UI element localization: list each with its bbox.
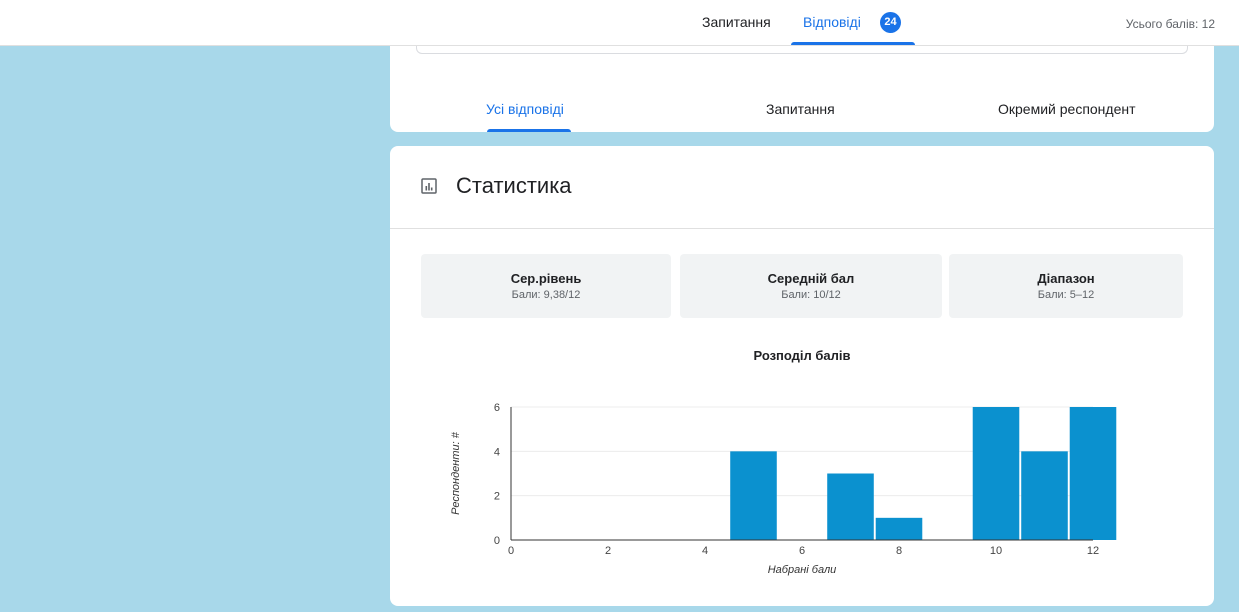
y-tick-label: 4 [494,446,500,458]
total-points: Усього балів: 12 [1125,17,1215,31]
tab-responses[interactable]: Відповіді [803,14,861,30]
histogram-bar [730,451,777,540]
tab-individual[interactable]: Окремий респондент [998,101,1136,117]
tab-questions[interactable]: Запитання [702,14,771,30]
x-tick-label: 12 [1087,545,1099,557]
tab-question[interactable]: Запитання [766,101,835,117]
top-bar: Запитання Відповіді 24 Усього балів: 12 [0,0,1239,46]
y-tick-label: 6 [494,402,500,414]
statistics-card: Статистика Сер.рівень Бали: 9,38/12 Сере… [390,146,1214,606]
score-distribution-chart: 0 2 4 6 0 2 4 6 8 10 12 Набрані бали Респонденти: # [450,402,1117,576]
x-tick-label: 10 [990,545,1002,557]
histogram-bar [972,407,1020,540]
y-axis-label: Респонденти: # [450,431,462,515]
responses-count-badge: 24 [880,12,901,33]
x-tick-label: 8 [896,545,902,557]
x-tick-label: 2 [605,545,611,557]
y-tick-label: 0 [494,535,500,547]
card-edge [416,46,1188,54]
histogram-bar [1069,407,1117,540]
y-tick-label: 2 [494,491,500,503]
active-tab-indicator [791,42,915,45]
x-tick-label: 6 [799,545,805,557]
x-tick-label: 4 [702,545,708,557]
responses-header-card: Усі відповіді Запитання Окремий респонде… [390,46,1214,132]
x-tick-label: 0 [508,545,514,557]
histogram-bar [1021,451,1068,540]
histogram-bar [827,473,874,540]
active-subtab-indicator [487,129,571,132]
tab-summary[interactable]: Усі відповіді [486,101,564,117]
x-axis-label: Набрані бали [768,564,837,576]
histogram-bar [875,517,923,540]
